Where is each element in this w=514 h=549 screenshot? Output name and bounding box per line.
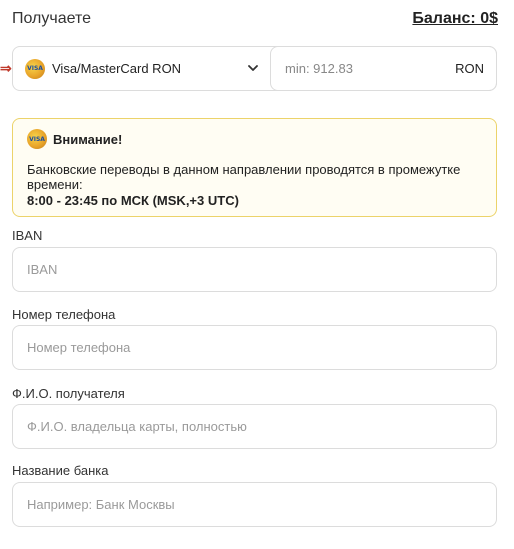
bank-name-input[interactable] xyxy=(27,497,482,512)
recipient-name-label: Ф.И.О. получателя xyxy=(12,386,125,401)
currency-label: Visa/MasterCard RON xyxy=(52,61,182,76)
exchange-row: VISA Visa/MasterCard RON RON xyxy=(12,46,497,91)
phone-input[interactable] xyxy=(27,340,482,355)
visa-mastercard-icon: VISA xyxy=(25,58,45,79)
notice-title: Внимание! xyxy=(53,131,123,147)
balance-link[interactable]: Баланс: 0$ xyxy=(412,10,498,28)
recipient-name-input[interactable] xyxy=(27,419,482,434)
section-header: Получаете Баланс: 0$ xyxy=(12,8,498,30)
exchange-arrow-icon: ⇒ xyxy=(0,60,12,76)
card-logo-text: VISA xyxy=(29,135,45,143)
notice-time: 8:00 - 23:45 по МСК (MSK,+3 UTC) xyxy=(27,193,239,208)
bank-name-field xyxy=(12,482,497,527)
amount-field: RON xyxy=(270,46,497,91)
recipient-name-field xyxy=(12,404,497,449)
iban-field xyxy=(12,247,497,292)
card-logo-text: VISA xyxy=(27,65,43,72)
visa-mastercard-icon: VISA xyxy=(27,129,47,149)
phone-label: Номер телефона xyxy=(12,307,116,322)
amount-input[interactable] xyxy=(285,61,435,76)
notice-box: VISA Внимание! Банковские переводы в дан… xyxy=(12,118,497,217)
notice-header: VISA Внимание! xyxy=(27,129,482,149)
chevron-down-icon[interactable] xyxy=(246,61,260,75)
iban-label: IBAN xyxy=(12,228,43,243)
amount-unit: RON xyxy=(455,61,484,76)
iban-input[interactable] xyxy=(27,262,482,277)
page-title: Получаете xyxy=(12,10,92,27)
currency-select[interactable]: VISA Visa/MasterCard RON xyxy=(13,47,270,90)
notice-text: Банковские переводы в данном направлении… xyxy=(27,162,461,192)
phone-field xyxy=(12,325,497,370)
bank-name-label: Название банка xyxy=(12,463,109,478)
